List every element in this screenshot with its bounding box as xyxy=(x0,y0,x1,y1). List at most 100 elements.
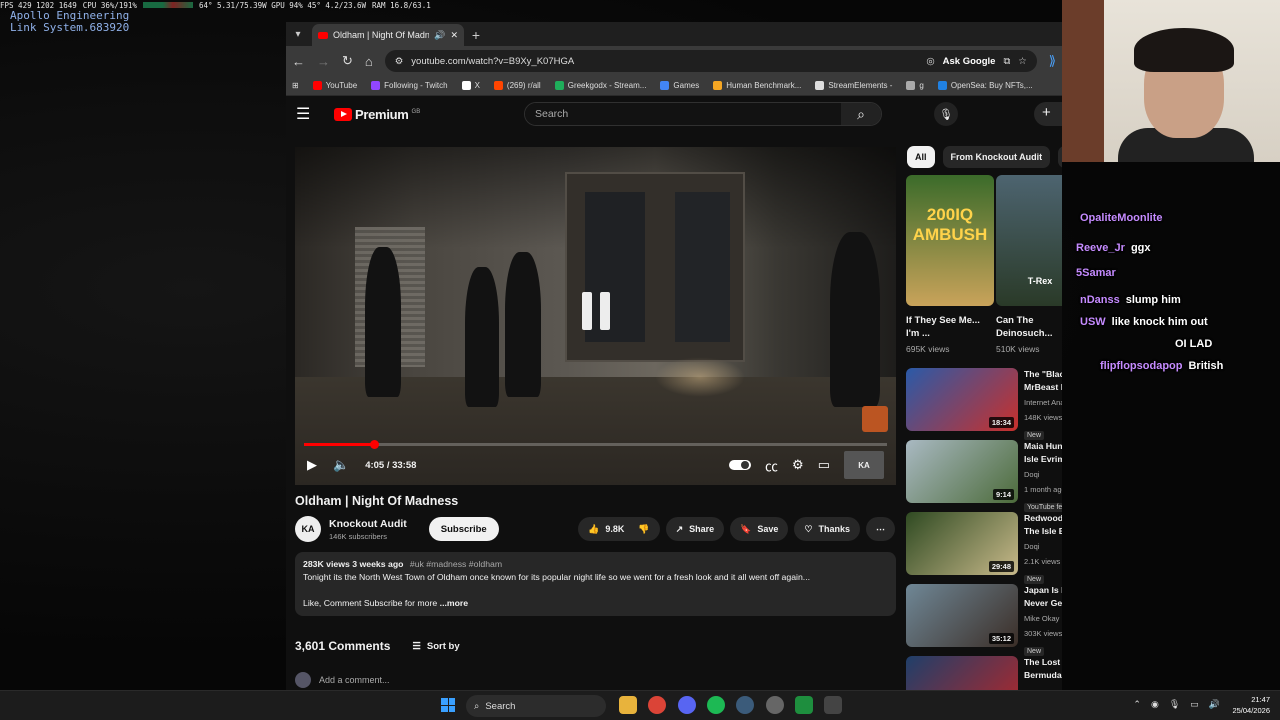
more-actions-icon[interactable]: ⋯ xyxy=(866,517,895,541)
windows-start-icon[interactable] xyxy=(441,698,455,712)
app-icon[interactable] xyxy=(824,696,842,714)
sort-by-button[interactable]: ☰ Sort by xyxy=(412,641,459,652)
chrome-icon[interactable] xyxy=(648,696,666,714)
install-app-icon[interactable]: ⧉ xyxy=(1003,56,1010,67)
back-icon[interactable]: ← xyxy=(292,54,305,69)
add-comment-row[interactable]: Add a comment... xyxy=(295,672,390,688)
video-player[interactable]: ▶ 🔈 4:05 / 33:58 ㏄ ⚙ ▭ KA xyxy=(295,147,896,485)
channel-name[interactable]: Mike Okay xyxy=(1024,612,1062,625)
channel-name[interactable]: Doqi xyxy=(1024,540,1062,553)
network-icon[interactable]: ◉ xyxy=(1151,699,1159,710)
apps-grid-icon[interactable]: ⊞ xyxy=(292,81,299,90)
home-icon[interactable]: ⌂ xyxy=(365,54,373,69)
short-thumbnail[interactable]: 200IQ AMBUSH xyxy=(906,175,994,306)
progress-bar[interactable] xyxy=(304,440,887,449)
video-title[interactable]: Maia Hunts Over the Years | The Isle Evr… xyxy=(1024,440,1062,466)
share-button[interactable]: ↗ Share xyxy=(665,517,725,541)
bookmark-item[interactable]: Games xyxy=(660,81,699,90)
create-button[interactable]: + xyxy=(1034,102,1062,126)
settings-app-icon[interactable] xyxy=(766,696,784,714)
channel-card-thumb[interactable]: KA xyxy=(844,451,884,479)
ask-google-button[interactable]: Ask Google xyxy=(943,56,996,67)
recommended-video[interactable]: The Lost Krono Files - Beasts Of Bermuda… xyxy=(906,656,1062,690)
filter-chip[interactable]: All xyxy=(907,146,935,168)
miniplayer-icon[interactable]: ▭ xyxy=(818,457,830,473)
video-title[interactable]: The "Black Petite" Streamer MrBeast Hate… xyxy=(1024,368,1062,394)
audio-icon[interactable]: 🔊 xyxy=(434,30,445,41)
address-bar[interactable]: ⚙ youtube.com/watch?v=B9Xy_K07HGA ◎ Ask … xyxy=(384,50,1037,72)
spotify-icon[interactable] xyxy=(707,696,725,714)
volume-icon[interactable]: 🔊 xyxy=(1209,699,1220,710)
bookmark-item[interactable]: X xyxy=(461,81,480,90)
filter-chip[interactable]: From Knockout Audit xyxy=(942,146,1051,168)
video-title[interactable]: Japan Is Losing Something It Can Never G… xyxy=(1024,584,1062,610)
youtube-premium-logo[interactable]: Premium GB xyxy=(334,107,420,122)
tab-search-menu-icon[interactable]: ▾ xyxy=(286,22,310,46)
description-box[interactable]: 283K views 3 weeks ago #uk #madness #old… xyxy=(295,552,896,616)
bookmark-item[interactable]: Following - Twitch xyxy=(371,81,448,90)
search-button[interactable]: ⌕ xyxy=(841,103,881,125)
bookmark-item[interactable]: Greekgodx - Stream... xyxy=(554,81,646,90)
short-thumbnail[interactable]: T-Rex xyxy=(996,175,1062,306)
recommended-video[interactable]: 18:34 The "Black Petite" Streamer MrBeast… xyxy=(906,368,1062,442)
channel-avatar[interactable]: KA xyxy=(295,516,321,542)
description-hashtags[interactable]: #uk #madness #oldham xyxy=(410,559,502,569)
menu-icon[interactable]: ☰ xyxy=(296,104,322,124)
taskbar-search[interactable]: ⌕ Search xyxy=(466,695,606,717)
file-explorer-icon[interactable] xyxy=(619,696,637,714)
autoplay-toggle[interactable] xyxy=(729,460,752,470)
show-more-link[interactable]: ...more xyxy=(440,598,469,608)
mic-icon[interactable]: 🎙 xyxy=(1169,699,1180,710)
settings-icon[interactable]: ⚙ xyxy=(792,457,804,473)
bookmark-item[interactable]: g xyxy=(906,81,924,90)
video-title[interactable]: Redwoods is Made for Herrera | The Isle … xyxy=(1024,512,1062,538)
pause-overlay-icon[interactable] xyxy=(576,292,616,336)
google-lens-icon[interactable]: ◎ xyxy=(926,56,934,67)
channel-name[interactable]: Internet Anarchist xyxy=(1024,396,1062,409)
bookmark-star-icon[interactable]: ☆ xyxy=(1018,56,1027,67)
video-thumbnail[interactable]: 18:34 xyxy=(906,368,1018,431)
search-input[interactable]: Search xyxy=(525,103,841,125)
volume-icon[interactable]: 🔈 xyxy=(333,457,349,473)
channel-name[interactable]: Knockout Audit xyxy=(329,518,407,530)
bookmark-item[interactable]: StreamElements - xyxy=(815,81,892,90)
extension-icon[interactable]: ⟫ xyxy=(1049,53,1056,69)
channel-watermark-icon[interactable] xyxy=(862,406,888,432)
short-card[interactable]: 200IQ AMBUSH If They See Me... I'm ... 695… xyxy=(906,175,994,354)
new-tab-button[interactable]: + xyxy=(464,24,488,46)
recommended-video[interactable]: 35:12 Japan Is Losing Something It Can Ne… xyxy=(906,584,1062,658)
sheets-icon[interactable] xyxy=(795,696,813,714)
like-button[interactable]: 👍 9.8K 👎 xyxy=(578,517,660,541)
video-thumbnail[interactable]: 35:12 xyxy=(906,584,1018,647)
bookmark-item[interactable]: YouTube xyxy=(312,81,357,90)
play-icon[interactable]: ▶ xyxy=(307,457,317,473)
recommended-video[interactable]: 29:48 Redwoods is Made for Herrera | The … xyxy=(906,512,1062,586)
clock[interactable]: 21:47 25/04/2026 xyxy=(1232,694,1270,716)
video-title[interactable]: The Lost Krono Files - Beasts Of Bermuda xyxy=(1024,656,1062,682)
bookmark-item[interactable]: Human Benchmark... xyxy=(713,81,801,90)
ccleaner-icon[interactable] xyxy=(736,696,754,714)
forward-icon[interactable]: → xyxy=(317,54,330,69)
reload-icon[interactable]: ↻ xyxy=(342,53,353,69)
video-thumbnail[interactable] xyxy=(906,656,1018,690)
recommended-video[interactable]: 9:14 Maia Hunts Over the Years | The Isle… xyxy=(906,440,1062,514)
save-button[interactable]: 🔖 Save xyxy=(730,517,789,541)
captions-icon[interactable]: ㏄ xyxy=(765,456,778,475)
tray-chevron-icon[interactable]: ⌃ xyxy=(1133,699,1141,710)
dislike-icon[interactable]: 👎 xyxy=(638,524,649,535)
voice-search-icon[interactable]: 🎙 xyxy=(934,102,958,126)
tab-active[interactable]: Oldham | Night Of Madness 🔊 ✕ xyxy=(312,24,464,46)
progress-scrubber[interactable] xyxy=(369,440,379,449)
channel-name[interactable]: Doqi xyxy=(1024,468,1062,481)
thanks-button[interactable]: ♡ Thanks xyxy=(794,517,860,541)
tab-close-icon[interactable]: ✕ xyxy=(450,30,458,41)
bookmark-item[interactable]: OpenSea: Buy NFTs,... xyxy=(937,81,1033,90)
video-thumbnail[interactable]: 9:14 xyxy=(906,440,1018,503)
bookmark-item[interactable]: (269) r/all xyxy=(493,81,541,90)
discord-icon[interactable] xyxy=(678,696,696,714)
subscribe-button[interactable]: Subscribe xyxy=(428,517,499,541)
video-thumbnail[interactable]: 29:48 xyxy=(906,512,1018,575)
site-info-icon[interactable]: ⚙ xyxy=(395,56,404,67)
short-card[interactable]: T-Rex Can The Deinosuch... 510K views xyxy=(996,175,1062,354)
display-icon[interactable]: ▭ xyxy=(1190,699,1199,710)
